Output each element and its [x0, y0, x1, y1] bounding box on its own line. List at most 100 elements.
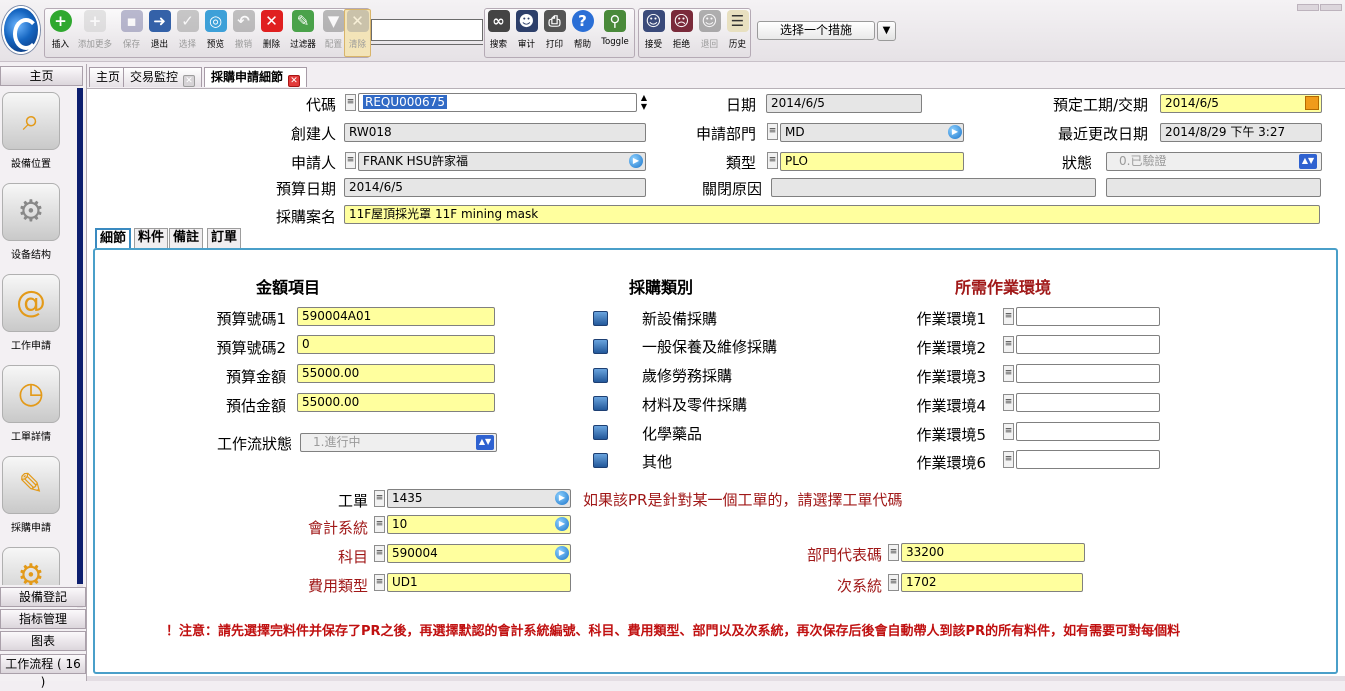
type-field[interactable]: PLO — [780, 152, 964, 171]
list-icon[interactable]: ≡ — [1003, 336, 1014, 353]
insert-button[interactable]: + 插入 — [47, 10, 74, 56]
sidebar-scrollbar-thumb[interactable] — [77, 88, 83, 584]
sidebar-section-indicator[interactable]: 指标管理 — [0, 609, 86, 629]
app-logo-icon[interactable] — [2, 6, 40, 54]
due-date-field[interactable]: 2014/6/5 — [1160, 94, 1322, 113]
sidebar-item-work-request[interactable]: @ 工作申請 — [0, 270, 76, 358]
budget-date-field[interactable]: 2014/6/5 — [344, 178, 646, 197]
audit-button[interactable]: ☻ 审计 — [513, 10, 540, 56]
list-icon[interactable]: ≡ — [374, 545, 385, 562]
toggle-button[interactable]: ⚲ Toggle — [597, 10, 633, 56]
category-checkbox-new-equipment[interactable] — [593, 311, 608, 326]
lookup-arrow-icon[interactable]: ▶ — [948, 125, 962, 139]
tab-purchase-request-detail[interactable]: 採購申請細節 ✕ — [204, 67, 308, 87]
save-button[interactable]: ▪ 保存 — [118, 10, 145, 56]
print-button[interactable]: ⎙ 打印 — [541, 10, 568, 56]
case-name-field[interactable]: 11F屋頂採光罩 11F mining mask — [344, 205, 1320, 224]
budget-amount-field[interactable]: 55000.00 — [297, 364, 495, 383]
env3-field[interactable] — [1016, 364, 1160, 383]
close-reason-field[interactable] — [771, 178, 1096, 197]
list-icon[interactable]: ≡ — [374, 516, 385, 533]
minimize-button[interactable] — [1297, 4, 1319, 11]
tab-materials[interactable]: 料件 — [134, 228, 169, 248]
accept-button[interactable]: ☺ 接受 — [640, 10, 667, 56]
budget-no2-field[interactable]: 0 — [297, 335, 495, 354]
subject-field[interactable]: 590004 — [387, 544, 571, 563]
search-button[interactable]: ∞ 搜索 — [485, 10, 512, 56]
env4-field[interactable] — [1016, 393, 1160, 412]
lookup-arrow-icon[interactable]: ▶ — [555, 546, 569, 560]
undo-button[interactable]: ↶ 撤销 — [230, 10, 257, 56]
env1-field[interactable] — [1016, 307, 1160, 326]
sidebar-section-workflow[interactable]: 工作流程 ( 16 ) — [0, 654, 86, 689]
dept-code-field[interactable]: 33200 — [901, 543, 1085, 562]
sub-system-field[interactable]: 1702 — [901, 573, 1083, 592]
toolbar-search-input[interactable] — [371, 19, 483, 41]
return-button[interactable]: ☺ 退回 — [696, 10, 723, 56]
sidebar-item-purchase-request[interactable]: ✎ 採購申請 — [0, 452, 76, 540]
list-icon[interactable]: ≡ — [1003, 451, 1014, 468]
category-checkbox-chemicals[interactable] — [593, 425, 608, 440]
date-field[interactable]: 2014/6/5 — [766, 94, 922, 113]
tab-transaction-monitor[interactable]: 交易監控 ✕ — [123, 67, 203, 87]
env5-field[interactable] — [1016, 422, 1160, 441]
last-modified-field[interactable]: 2014/8/29 下午 3:27 — [1160, 123, 1322, 142]
close-reason-detail-field[interactable] — [1106, 178, 1321, 197]
tab-home[interactable]: 主页 — [89, 67, 128, 87]
reject-button[interactable]: ☹ 拒绝 — [668, 10, 695, 56]
close-icon[interactable]: ✕ — [183, 75, 196, 87]
tab-notes[interactable]: 備註 — [169, 228, 204, 248]
creator-field[interactable]: RW018 — [344, 123, 646, 142]
status-select[interactable]: 0.已驗證 — [1106, 152, 1322, 171]
dept-field[interactable]: MD — [780, 123, 964, 142]
delete-button[interactable]: ✕ 删除 — [258, 10, 285, 56]
tab-orders[interactable]: 訂單 — [207, 228, 242, 248]
fee-type-field[interactable]: UD1 — [387, 573, 571, 592]
select-button[interactable]: ✓ 选择 — [174, 10, 201, 56]
lookup-arrow-icon[interactable]: ▶ — [555, 517, 569, 531]
sidebar-item-equipment-structure[interactable]: ⚙ 设备结构 — [0, 179, 76, 267]
category-checkbox-maintenance[interactable] — [593, 339, 608, 354]
config-filter-button[interactable]: ▼ 配置 — [320, 10, 347, 56]
sidebar-section-equipment-register[interactable]: 設備登記 — [0, 587, 86, 607]
budget-no1-field[interactable]: 590004A01 — [297, 307, 495, 326]
list-icon[interactable]: ≡ — [1003, 423, 1014, 440]
list-icon[interactable]: ≡ — [374, 490, 385, 507]
exit-button[interactable]: ➜ 退出 — [146, 10, 173, 56]
applicant-field[interactable]: FRANK HSU許家福 — [358, 152, 646, 171]
add-more-button[interactable]: + 添加更多 — [75, 10, 115, 56]
list-icon[interactable]: ≡ — [345, 152, 356, 169]
work-order-field[interactable]: 1435 — [387, 489, 571, 508]
env2-field[interactable] — [1016, 335, 1160, 354]
category-checkbox-other[interactable] — [593, 453, 608, 468]
list-icon[interactable]: ≡ — [888, 574, 899, 591]
code-field[interactable]: REQU000675 — [358, 93, 637, 112]
filter-button[interactable]: ✎ 过滤器 — [286, 10, 320, 56]
sidebar-header-home[interactable]: 主页 — [0, 66, 83, 86]
list-icon[interactable]: ≡ — [767, 152, 778, 169]
clear-filter-button[interactable]: ✕ 清除 — [344, 9, 371, 57]
tab-detail[interactable]: 細節 — [95, 228, 132, 248]
sidebar-item-equipment-location[interactable]: ⌕ 設備位置 — [0, 88, 76, 176]
list-icon[interactable]: ≡ — [1003, 394, 1014, 411]
list-icon[interactable]: ≡ — [374, 574, 385, 591]
chevron-down-icon[interactable]: ▲▼ — [1299, 154, 1317, 169]
list-icon[interactable]: ≡ — [888, 544, 899, 561]
calendar-icon[interactable] — [1305, 96, 1319, 110]
chevron-down-icon[interactable]: ▲▼ — [476, 435, 494, 450]
sidebar-item-work-order[interactable]: ◷ 工單詳情 — [0, 361, 76, 449]
list-icon[interactable]: ≡ — [1003, 308, 1014, 325]
category-checkbox-materials[interactable] — [593, 396, 608, 411]
list-icon[interactable]: ≡ — [767, 123, 778, 140]
close-icon[interactable]: ✕ — [288, 75, 301, 87]
lookup-arrow-icon[interactable]: ▶ — [629, 154, 643, 168]
estimated-amount-field[interactable]: 55000.00 — [297, 393, 495, 412]
chevron-down-icon[interactable]: ▼ — [877, 21, 896, 41]
acct-system-field[interactable]: 10 — [387, 515, 571, 534]
history-button[interactable]: ☰ 历史 — [724, 10, 751, 56]
list-icon[interactable]: ≡ — [345, 94, 356, 111]
category-checkbox-overhaul[interactable] — [593, 368, 608, 383]
preview-button[interactable]: ◎ 预览 — [202, 10, 229, 56]
lookup-arrow-icon[interactable]: ▶ — [555, 491, 569, 505]
sidebar-item-more[interactable]: ⚙ — [0, 543, 76, 585]
